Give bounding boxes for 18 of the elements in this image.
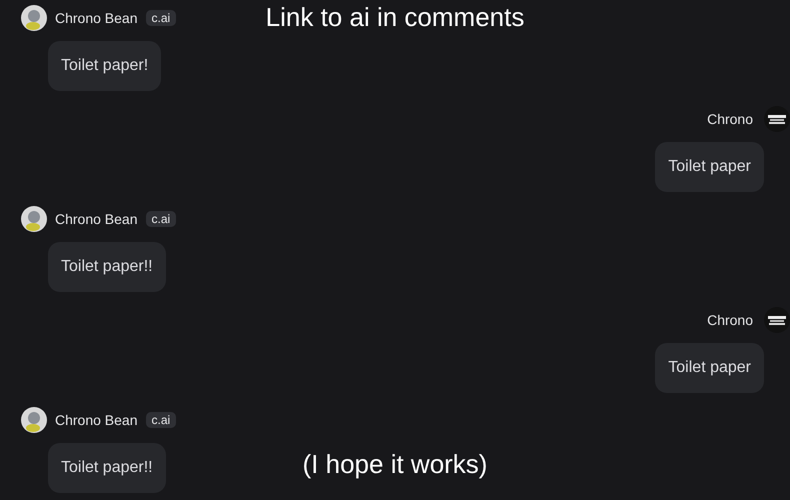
ai-badge: c.ai <box>146 412 176 428</box>
ai-badge: c.ai <box>146 211 176 227</box>
author-name: Chrono Bean <box>55 412 138 428</box>
avatar-icon <box>21 5 47 31</box>
author-name: Chrono <box>707 110 753 126</box>
author-name: Chrono Bean <box>55 10 138 26</box>
message-bubble: Toilet paper <box>655 142 764 192</box>
caption-text: Link to ai in comments <box>266 2 524 32</box>
avatar-icon <box>21 206 47 232</box>
ai-badge: c.ai <box>146 10 176 26</box>
avatar-icon <box>21 407 47 433</box>
message-bubble: Toilet paper!! <box>48 242 166 292</box>
message-bubble: Toilet paper <box>655 342 764 392</box>
message-bubble: Toilet paper! <box>48 41 162 91</box>
caption-text: (I hope it works) <box>302 449 488 479</box>
author-name: Chrono <box>707 312 753 328</box>
message-bubble: Toilet paper!! <box>48 443 166 493</box>
author-name: Chrono Bean <box>55 211 138 227</box>
